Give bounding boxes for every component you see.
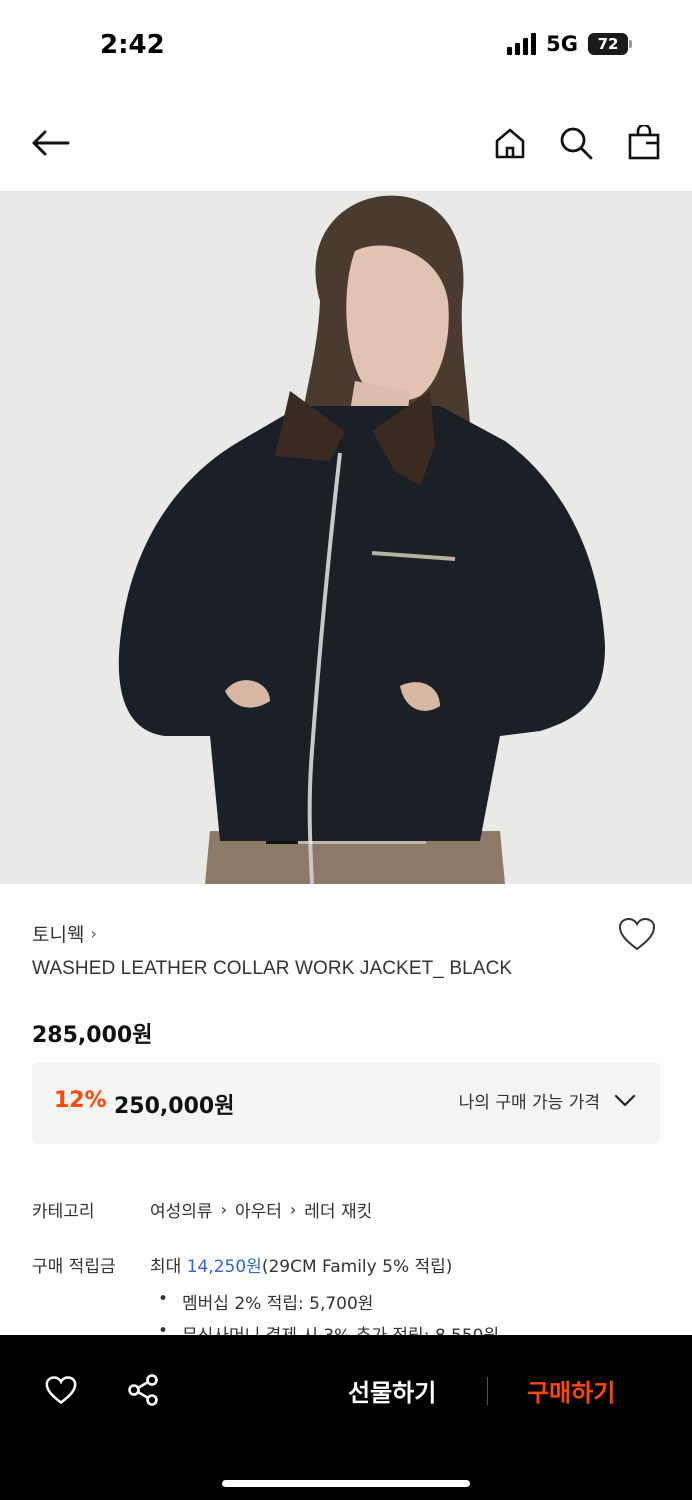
points-amount-link[interactable]: 14,250원 — [187, 1257, 262, 1277]
status-time: 2:42 — [100, 30, 165, 60]
like-button[interactable] — [617, 916, 657, 956]
category-label: 카테고리 — [32, 1202, 95, 1222]
discount-price-box: 12% 250,000원 나의 구매 가능 가격 — [32, 1062, 660, 1144]
image-pager-active — [266, 841, 298, 844]
action-divider — [487, 1377, 488, 1405]
back-arrow-icon — [32, 130, 70, 156]
shopping-bag-button[interactable] — [624, 123, 664, 163]
points-value: 최대 14,250원(29CM Family 5% 적립) — [150, 1252, 452, 1277]
bag-icon — [628, 125, 660, 160]
share-button[interactable] — [126, 1373, 160, 1407]
cellular-signal-icon — [507, 33, 537, 55]
home-button[interactable] — [490, 123, 530, 163]
bottom-action-bar: 선물하기 구매하기 — [0, 1335, 692, 1500]
my-price-label: 나의 구매 가능 가격 — [458, 1093, 600, 1113]
points-row: 구매 적립금 최대 14,250원(29CM Family 5% 적립) — [32, 1252, 452, 1277]
battery-icon: 72 — [588, 33, 632, 55]
category-link-1[interactable]: 여성의류 — [150, 1197, 213, 1222]
battery-level: 72 — [588, 33, 628, 55]
chevron-right-icon: › — [289, 1200, 297, 1219]
bottom-like-button[interactable] — [44, 1373, 78, 1407]
network-type: 5G — [546, 32, 578, 56]
product-image[interactable] — [0, 191, 692, 884]
chevron-down-icon — [614, 1094, 636, 1106]
gift-button[interactable]: 선물하기 — [348, 1373, 436, 1408]
home-indicator[interactable] — [222, 1480, 470, 1487]
category-breadcrumb: 여성의류 › 아우터 › 레더 재킷 — [150, 1197, 372, 1222]
points-suffix: (29CM Family 5% 적립) — [261, 1257, 453, 1277]
brand-link[interactable]: 토니웩 › — [32, 920, 97, 947]
points-bullet-membership: 멤버십 2% 적립: 5,700원 — [158, 1289, 373, 1314]
home-icon — [495, 128, 525, 159]
back-button[interactable] — [30, 123, 70, 163]
buy-button[interactable]: 구매하기 — [527, 1373, 615, 1408]
search-icon — [560, 127, 593, 160]
product-photo-illustration — [0, 191, 692, 884]
points-bullet-text: 멤버십 2% 적립: 5,700원 — [182, 1294, 374, 1314]
image-pager — [266, 841, 426, 844]
discount-price: 250,000원 — [114, 1094, 235, 1119]
status-indicators: 5G 72 — [507, 32, 632, 56]
heart-icon — [45, 1376, 77, 1405]
search-button[interactable] — [556, 123, 596, 163]
heart-icon — [618, 917, 656, 951]
chevron-right-icon: › — [90, 924, 97, 943]
status-bar: 2:42 5G 72 — [0, 0, 692, 95]
my-price-toggle[interactable]: 나의 구매 가능 가격 — [459, 1088, 636, 1113]
points-label: 구매 적립금 — [32, 1257, 116, 1277]
share-icon — [128, 1374, 158, 1406]
discount-rate: 12% — [54, 1088, 107, 1113]
original-price: 285,000원 — [32, 1023, 153, 1048]
product-name: WASHED LEATHER COLLAR WORK JACKET_ BLACK — [32, 958, 513, 979]
category-link-3[interactable]: 레더 재킷 — [304, 1197, 372, 1222]
nav-bar — [0, 95, 692, 191]
points-prefix: 최대 — [150, 1257, 187, 1277]
category-row: 카테고리 여성의류 › 아우터 › 레더 재킷 — [32, 1197, 372, 1222]
category-link-2[interactable]: 아우터 — [235, 1197, 282, 1222]
brand-name: 토니웩 — [32, 924, 85, 946]
chevron-right-icon: › — [220, 1200, 227, 1219]
